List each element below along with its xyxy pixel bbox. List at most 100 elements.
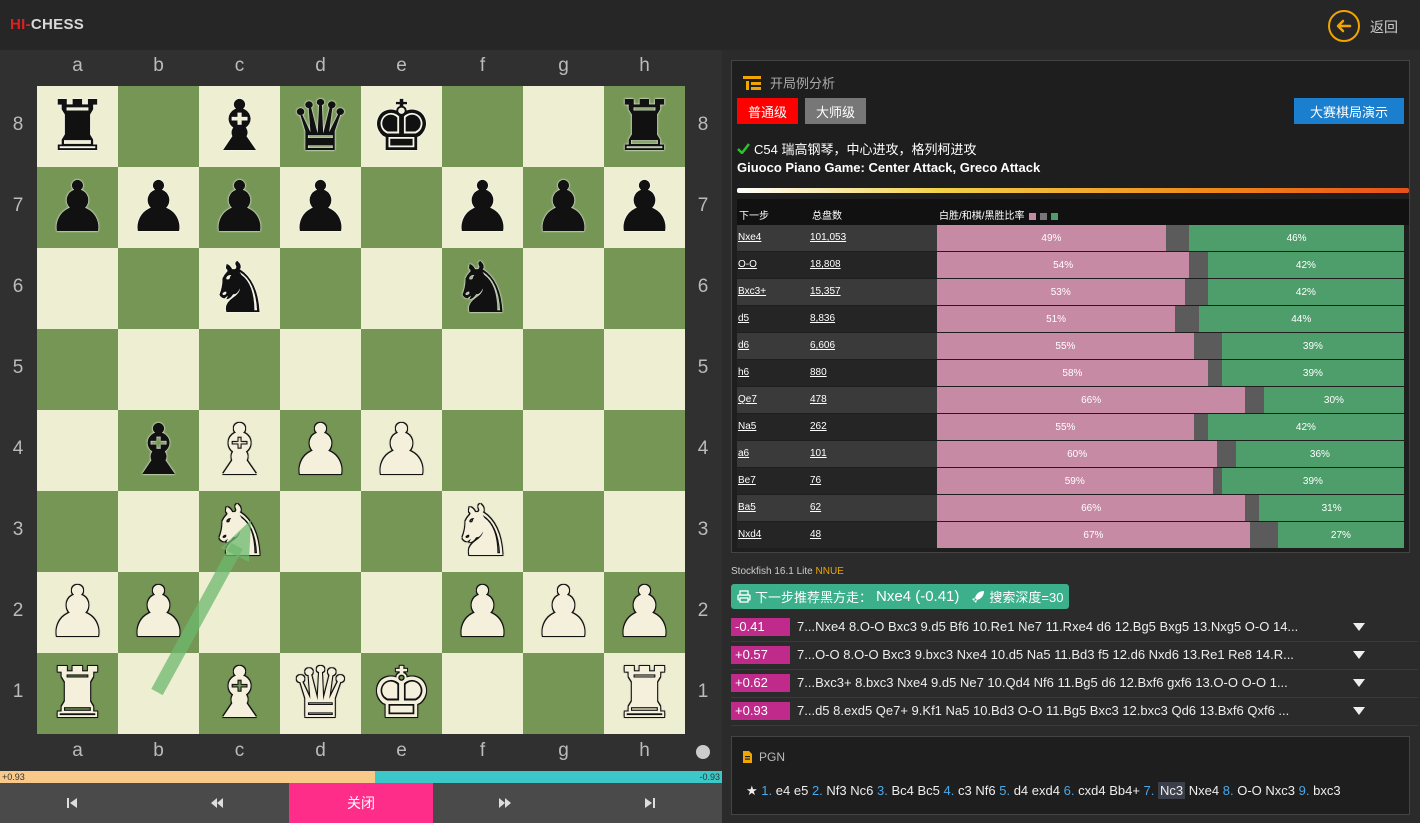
square-h8[interactable]: ♜ <box>604 86 685 167</box>
count-link[interactable]: 62 <box>810 502 821 513</box>
white-pawn-icon[interactable]: ♟ <box>613 572 676 653</box>
pgn-move[interactable]: e5 <box>794 783 808 798</box>
black-pawn-icon[interactable]: ♟ <box>46 167 109 248</box>
square-d3[interactable] <box>280 491 361 572</box>
expand-caret-icon[interactable] <box>1353 679 1365 687</box>
square-h3[interactable] <box>604 491 685 572</box>
square-c4[interactable]: ♝ <box>199 410 280 491</box>
opening-row[interactable]: Be7 76 59% 39% <box>737 468 1409 495</box>
move-link[interactable]: O-O <box>738 259 757 270</box>
pgn-move[interactable]: Bb4+ <box>1109 783 1140 798</box>
square-g1[interactable] <box>523 653 604 734</box>
count-link[interactable]: 101,053 <box>810 232 846 243</box>
square-f2[interactable]: ♟ <box>442 572 523 653</box>
square-h1[interactable]: ♜ <box>604 653 685 734</box>
pgn-move[interactable]: Nxc3 <box>1265 783 1295 798</box>
square-b2[interactable]: ♟ <box>118 572 199 653</box>
opening-row[interactable]: Nxe4 101,053 49% 46% <box>737 225 1409 252</box>
pgn-move[interactable]: c3 <box>958 783 972 798</box>
square-b6[interactable] <box>118 248 199 329</box>
black-pawn-icon[interactable]: ♟ <box>127 167 190 248</box>
black-pawn-icon[interactable]: ♟ <box>289 167 352 248</box>
black-rook-icon[interactable]: ♜ <box>613 86 676 167</box>
count-link[interactable]: 15,357 <box>810 286 841 297</box>
opening-row[interactable]: Bxc3+ 15,357 53% 42% <box>737 279 1409 306</box>
pgn-move[interactable]: d4 <box>1014 783 1028 798</box>
opening-row[interactable]: Nxd4 48 67% 27% <box>737 522 1409 549</box>
pgn-move[interactable]: Nc3 <box>1158 782 1186 799</box>
back-button[interactable] <box>1328 10 1360 42</box>
square-e8[interactable]: ♚ <box>361 86 442 167</box>
black-pawn-icon[interactable]: ♟ <box>208 167 271 248</box>
close-button[interactable]: 关闭 <box>288 783 434 823</box>
white-knight-icon[interactable]: ♞ <box>208 491 271 572</box>
white-bishop-icon[interactable]: ♝ <box>208 653 271 734</box>
square-d1[interactable]: ♛ <box>280 653 361 734</box>
square-f7[interactable]: ♟ <box>442 167 523 248</box>
prev-move-button[interactable] <box>144 783 288 823</box>
square-c5[interactable] <box>199 329 280 410</box>
square-c2[interactable] <box>199 572 280 653</box>
square-g6[interactable] <box>523 248 604 329</box>
white-pawn-icon[interactable]: ♟ <box>532 572 595 653</box>
pgn-move[interactable]: e4 <box>776 783 790 798</box>
move-link[interactable]: Na5 <box>738 421 756 432</box>
pgn-move[interactable]: exd4 <box>1032 783 1060 798</box>
opening-row[interactable]: d5 8,836 51% 44% <box>737 306 1409 333</box>
pgn-move[interactable]: O-O <box>1237 783 1262 798</box>
square-f1[interactable] <box>442 653 523 734</box>
count-link[interactable]: 478 <box>810 394 827 405</box>
black-knight-icon[interactable]: ♞ <box>451 248 514 329</box>
last-move-button[interactable] <box>578 783 722 823</box>
move-link[interactable]: Bxc3+ <box>738 286 766 297</box>
app-logo[interactable]: HI-CHESS <box>10 16 84 33</box>
square-c8[interactable]: ♝ <box>199 86 280 167</box>
pgn-move[interactable]: Nxe4 <box>1189 783 1219 798</box>
square-e6[interactable] <box>361 248 442 329</box>
square-g2[interactable]: ♟ <box>523 572 604 653</box>
square-a7[interactable]: ♟ <box>37 167 118 248</box>
pgn-move[interactable]: Nf6 <box>975 783 995 798</box>
expand-caret-icon[interactable] <box>1353 623 1365 631</box>
engine-line[interactable]: +0.57 7...O-O 8.O-O Bxc3 9.bxc3 Nxe4 10.d… <box>731 642 1418 670</box>
black-pawn-icon[interactable]: ♟ <box>451 167 514 248</box>
square-a5[interactable] <box>37 329 118 410</box>
tournament-demo-button[interactable]: 大赛棋局演示 <box>1294 98 1404 124</box>
move-link[interactable]: h6 <box>738 367 749 378</box>
square-b5[interactable] <box>118 329 199 410</box>
next-move-button[interactable] <box>433 783 577 823</box>
square-e4[interactable]: ♟ <box>361 410 442 491</box>
count-link[interactable]: 101 <box>810 448 827 459</box>
square-a3[interactable] <box>37 491 118 572</box>
square-d7[interactable]: ♟ <box>280 167 361 248</box>
white-pawn-icon[interactable]: ♟ <box>451 572 514 653</box>
square-h5[interactable] <box>604 329 685 410</box>
white-king-icon[interactable]: ♚ <box>370 653 433 734</box>
square-b7[interactable]: ♟ <box>118 167 199 248</box>
square-b1[interactable] <box>118 653 199 734</box>
count-link[interactable]: 48 <box>810 529 821 540</box>
square-h4[interactable] <box>604 410 685 491</box>
line-pv[interactable]: 7...d5 8.exd5 Qe7+ 9.Kf1 Na5 10.Bd3 O-O … <box>797 703 1347 718</box>
square-a1[interactable]: ♜ <box>37 653 118 734</box>
opening-row[interactable]: O-O 18,808 54% 42% <box>737 252 1409 279</box>
move-link[interactable]: Ba5 <box>738 502 756 513</box>
normal-level-button[interactable]: 普通级 <box>737 98 798 124</box>
white-knight-icon[interactable]: ♞ <box>451 491 514 572</box>
square-a6[interactable] <box>37 248 118 329</box>
count-link[interactable]: 18,808 <box>810 259 841 270</box>
opening-row[interactable]: Na5 262 55% 42% <box>737 414 1409 441</box>
move-link[interactable]: d5 <box>738 313 749 324</box>
line-pv[interactable]: 7...O-O 8.O-O Bxc3 9.bxc3 Nxe4 10.d5 Na5… <box>797 647 1347 662</box>
square-a2[interactable]: ♟ <box>37 572 118 653</box>
pgn-move[interactable]: bxc3 <box>1313 783 1340 798</box>
square-e7[interactable] <box>361 167 442 248</box>
pgn-move[interactable]: Bc4 <box>891 783 913 798</box>
square-f4[interactable] <box>442 410 523 491</box>
white-pawn-icon[interactable]: ♟ <box>289 410 352 491</box>
opening-row[interactable]: d6 6,606 55% 39% <box>737 333 1409 360</box>
square-a4[interactable] <box>37 410 118 491</box>
move-link[interactable]: Nxd4 <box>738 529 761 540</box>
move-link[interactable]: Be7 <box>738 475 756 486</box>
white-pawn-icon[interactable]: ♟ <box>127 572 190 653</box>
